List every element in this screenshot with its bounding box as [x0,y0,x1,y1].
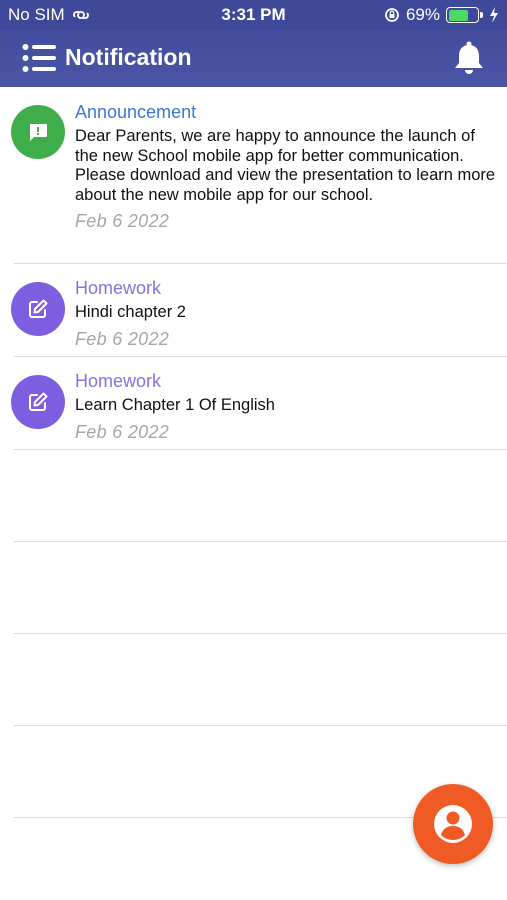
empty-row [14,450,507,542]
message-alert-icon [29,124,47,141]
notification-message: Hindi chapter 2 [75,303,186,321]
homework-avatar [11,282,65,336]
charging-icon [490,7,498,23]
app-bar: Notification [0,30,507,87]
notification-category: Homework [75,278,162,298]
announcement-avatar [11,105,65,159]
notification-item[interactable]: Homework Hindi chapter 2 Feb 6 2022 [11,264,507,357]
user-icon [434,805,472,843]
notification-category: Announcement [75,102,197,122]
notification-item[interactable]: Announcement Dear Parents, we are happy … [11,87,507,264]
notification-item[interactable]: Homework Learn Chapter 1 Of English Feb … [11,357,507,450]
battery-icon [446,7,483,23]
status-bar: No SIM 3:31 PM 69% [0,0,507,30]
empty-row [14,542,507,634]
homework-avatar [11,375,65,429]
battery-percent: 69% [405,5,440,24]
status-right: 69% [384,5,499,25]
notification-message: Learn Chapter 1 Of English [75,396,275,414]
notification-date: Feb 6 2022 [75,328,170,349]
orientation-lock-icon [385,8,399,22]
notification-date: Feb 6 2022 [75,211,170,231]
edit-icon [29,392,48,411]
edit-icon [29,299,48,318]
notification-message: Dear Parents, we are happy to announce t… [75,127,496,204]
page-title: Notification [65,44,192,70]
battery-level [448,9,468,21]
notification-list: Announcement Dear Parents, we are happy … [0,87,507,818]
profile-fab-button[interactable] [413,784,493,864]
menu-icon[interactable] [22,43,56,73]
notification-category: Homework [75,371,162,391]
notification-date: Feb 6 2022 [75,421,170,442]
bell-icon[interactable] [453,41,485,75]
empty-row [14,634,507,726]
